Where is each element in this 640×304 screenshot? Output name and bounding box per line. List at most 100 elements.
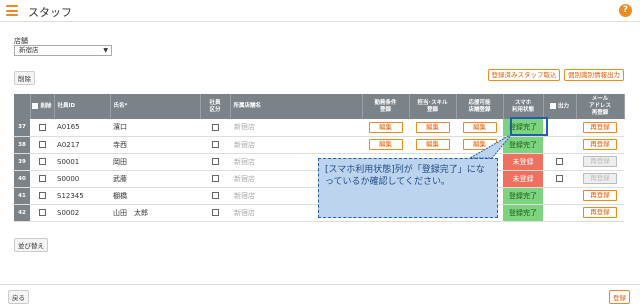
employee-type-cell <box>200 119 230 137</box>
store-select[interactable]: 新宿店 ▼ <box>14 45 112 56</box>
name-cell: 岡田 <box>110 153 200 171</box>
header-support-store: 応援可能 店舗登録 <box>456 94 504 119</box>
skill-edit-button[interactable]: 編集 <box>415 121 450 133</box>
smartphone-status-cell: 登録完了 <box>503 187 543 205</box>
question-icon[interactable]: ? <box>619 4 632 17</box>
smartphone-status-cell: 未登録 <box>503 170 543 188</box>
row-delete-cell <box>30 170 54 188</box>
employee-type-checkbox[interactable] <box>211 123 219 131</box>
back-button[interactable]: 戻る <box>8 290 29 304</box>
header-skill: 担当･スキル 登録 <box>409 94 457 119</box>
employee-type-checkbox[interactable] <box>211 141 219 148</box>
mail-reregister-cell: 再登録 <box>576 170 624 188</box>
staff-id-cell: S12345 <box>54 187 110 205</box>
smartphone-status-cell: 未登録 <box>503 153 543 171</box>
employee-type-cell <box>200 204 230 222</box>
mail-reregister-cell: 再登録 <box>576 153 624 171</box>
mail-reregister-button: 再登録 <box>583 173 617 184</box>
staff-id-cell: A0165 <box>54 119 110 137</box>
staff-id-cell: S0002 <box>54 204 110 222</box>
skill-edit-button-cell: 編集 <box>409 136 456 154</box>
name-cell: 濱口 <box>110 119 200 137</box>
header-mail-reregister: メール アドレス 再登録 <box>576 94 625 119</box>
store-name-cell: 新宿店 <box>230 136 362 154</box>
mail-reregister-cell: 再登録 <box>576 136 624 154</box>
support-store-edit-button-cell: 編集 <box>456 136 503 154</box>
header-smartphone-status: スマホ 利用状態 <box>503 94 544 119</box>
smartphone-status-cell: 登録完了 <box>503 204 543 222</box>
work-conditions-edit-button[interactable]: 編集 <box>368 121 403 133</box>
row-number: 42 <box>14 204 30 222</box>
mail-reregister-button[interactable]: 再登録 <box>583 121 617 133</box>
top-bar: スタッフ ? <box>0 0 640 22</box>
instruction-callout: [スマホ利用状態]列が「登録完了」になっているか確認してください。 <box>318 158 498 218</box>
header-store-name: 所属店舗名 <box>230 94 363 119</box>
footer-divider <box>0 284 640 285</box>
store-select-value: 新宿店 <box>19 46 39 54</box>
employee-type-checkbox[interactable] <box>211 158 219 165</box>
employee-type-cell <box>200 153 230 171</box>
row-delete-cell <box>30 119 54 137</box>
employee-type-checkbox[interactable] <box>211 209 219 216</box>
delete-checkbox[interactable] <box>38 192 46 199</box>
output-all-checkbox[interactable] <box>549 102 556 109</box>
staff-id-cell: S0000 <box>54 170 110 188</box>
table-row: 38 A0217 寺西 新宿店 編集 編集 編集 登録完了 再登録 <box>14 136 624 154</box>
row-number: 39 <box>14 153 30 171</box>
output-cell <box>543 153 576 171</box>
delete-checkbox[interactable] <box>38 158 46 165</box>
header-employee-type: 社員 区分 <box>200 94 231 119</box>
header-rownum <box>14 94 31 119</box>
delete-checkbox[interactable] <box>38 123 46 131</box>
employee-type-checkbox[interactable] <box>211 175 219 182</box>
delete-checkbox[interactable] <box>38 141 46 148</box>
support-store-edit-button-cell: 編集 <box>456 119 503 137</box>
work-conditions-edit-button-cell: 編集 <box>362 119 409 137</box>
name-cell: 山田 太郎 <box>110 204 200 222</box>
support-store-edit-button[interactable]: 編集 <box>462 121 497 133</box>
work-conditions-edit-button[interactable]: 編集 <box>368 139 403 150</box>
name-cell: 寺西 <box>110 136 200 154</box>
staff-id-cell: A0217 <box>54 136 110 154</box>
row-number: 37 <box>14 119 30 137</box>
mail-reregister-cell: 再登録 <box>576 187 624 205</box>
header-staff-id: 社員ID <box>54 94 111 119</box>
output-checkbox[interactable] <box>556 158 563 165</box>
row-number: 40 <box>14 170 30 188</box>
employee-type-cell <box>200 136 230 154</box>
output-checkbox[interactable] <box>556 175 563 182</box>
employee-type-checkbox[interactable] <box>211 192 219 199</box>
row-number: 41 <box>14 187 30 205</box>
employee-type-cell <box>200 187 230 205</box>
delete-button[interactable]: 削除 <box>14 71 35 85</box>
sort-button[interactable]: 並び替え <box>14 238 48 252</box>
delete-checkbox[interactable] <box>38 175 46 182</box>
table-header-row: 削除 社員ID 氏名* 社員 区分 所属店舗名 勤務条件 登録 担当･スキル 登録 応… <box>14 94 625 119</box>
export-id-info-button[interactable]: 個別識別情報出力 <box>564 69 624 81</box>
employee-type-cell <box>200 170 230 188</box>
output-cell <box>543 170 576 188</box>
mail-reregister-button[interactable]: 再登録 <box>583 207 617 218</box>
name-cell: 棚橋 <box>110 187 200 205</box>
skill-edit-button[interactable]: 編集 <box>415 139 450 150</box>
work-conditions-edit-button-cell: 編集 <box>362 136 409 154</box>
chevron-down-icon: ▼ <box>103 47 108 54</box>
staff-id-cell: S0001 <box>54 153 110 171</box>
store-name-cell: 新宿店 <box>230 119 362 137</box>
smartphone-status-cell: 登録完了 <box>503 136 543 154</box>
delete-checkbox[interactable] <box>38 209 46 216</box>
hamburger-icon[interactable] <box>6 5 18 16</box>
skill-edit-button-cell: 編集 <box>409 119 456 137</box>
row-delete-cell <box>30 136 54 154</box>
mail-reregister-button[interactable]: 再登録 <box>583 139 617 150</box>
output-cell <box>543 187 576 205</box>
mail-reregister-button[interactable]: 再登録 <box>583 190 617 201</box>
mail-reregister-button: 再登録 <box>583 156 617 167</box>
register-button[interactable]: 登録 <box>609 290 630 304</box>
support-store-edit-button[interactable]: 編集 <box>462 139 497 150</box>
fetch-registered-staff-button[interactable]: 登録済みスタッフ取込 <box>488 69 560 81</box>
page-title: スタッフ <box>28 6 72 19</box>
header-delete: 削除 <box>30 94 55 119</box>
output-cell <box>543 204 576 222</box>
select-all-checkbox[interactable] <box>32 102 39 109</box>
